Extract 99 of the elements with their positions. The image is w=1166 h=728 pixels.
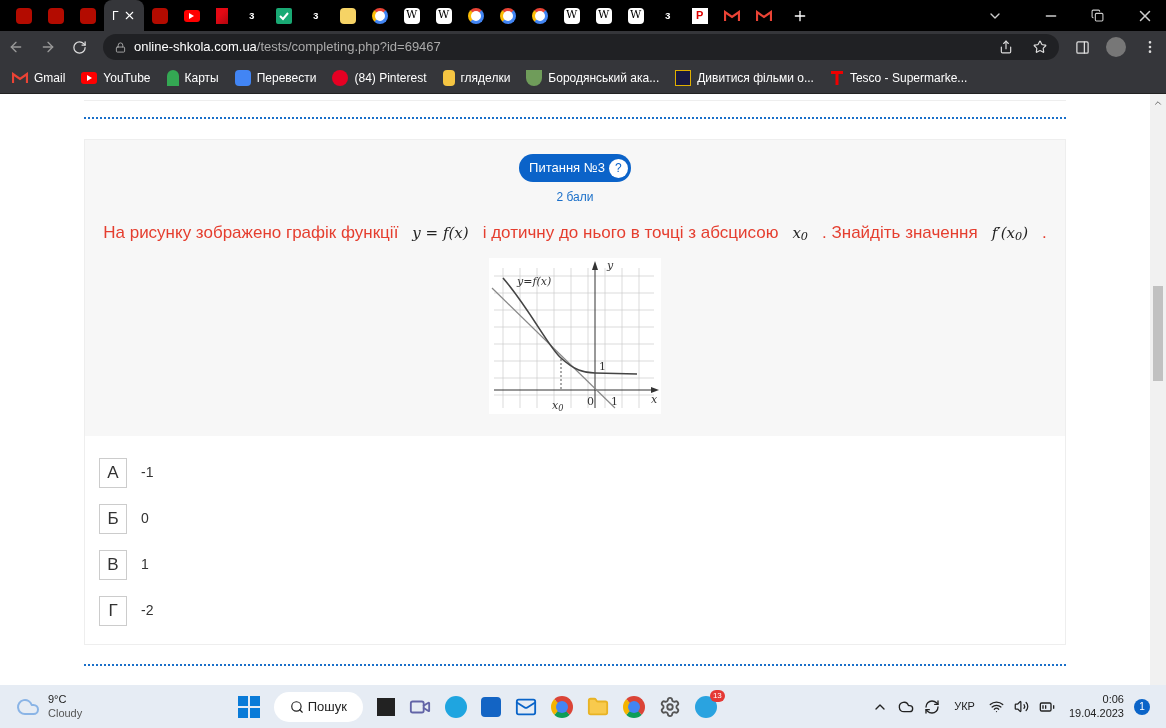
pdf-icon: [16, 7, 32, 24]
pdf-icon: [80, 7, 96, 24]
volume-icon[interactable]: [1013, 699, 1029, 714]
avatar-icon[interactable]: [1106, 37, 1126, 57]
browser-tab[interactable]: з: [235, 0, 268, 31]
store-icon[interactable]: [480, 696, 501, 717]
play-icon: [183, 9, 200, 22]
bookmark-link[interactable]: Gmail: [12, 70, 66, 86]
tab-title: Γ: [112, 7, 119, 24]
start-icon[interactable]: [237, 695, 260, 718]
settings-icon[interactable]: [658, 695, 681, 718]
browser-tab[interactable]: W: [587, 0, 620, 31]
side-panel-icon[interactable]: [1075, 39, 1090, 55]
star-icon[interactable]: [1033, 40, 1047, 54]
browser-tab[interactable]: Γ: [104, 0, 144, 31]
w-logo-icon: W: [595, 7, 612, 24]
weather-condition: Cloudy: [48, 706, 83, 721]
gmail-icon: [755, 9, 772, 22]
bookmark-link[interactable]: Карты: [166, 70, 219, 86]
chrome-icon[interactable]: [622, 695, 645, 718]
scroll-up-icon[interactable]: [1153, 98, 1163, 108]
folder-icon: [442, 70, 455, 86]
browser-tab[interactable]: W: [555, 0, 588, 31]
bookmark-link[interactable]: Tesco - Supermarke...: [829, 70, 968, 86]
pdf-icon: [151, 7, 168, 24]
answer-value: -2: [141, 601, 154, 620]
bookmark-link[interactable]: YouTube: [81, 70, 151, 86]
answer-option-button[interactable]: А: [99, 457, 127, 488]
question-text: На рисунку зображено графік функції y = f(x) і дотичну до нього в точці з абсцисою x$_{0}$ . Знайдіть значення f′(x$_{0}$) .: [103, 222, 1047, 246]
graph-label: y=f(x): [517, 275, 552, 287]
language-indicator[interactable]: УКР: [950, 698, 979, 715]
answer-value: 0: [141, 509, 149, 528]
bookmark-link[interactable]: Дивитися фільми о...: [675, 70, 814, 86]
browser-tab[interactable]: з: [651, 0, 684, 31]
browser-tab[interactable]: з: [299, 0, 332, 31]
answer-value: -1: [141, 463, 154, 482]
back-icon[interactable]: [8, 39, 24, 55]
answer-option-button[interactable]: В: [99, 549, 127, 580]
graph-label: 1: [599, 360, 606, 372]
answer-value: 1: [141, 555, 149, 574]
crest-icon: [526, 70, 543, 86]
search-button[interactable]: Пошук: [273, 691, 363, 722]
g-logo-icon: [499, 7, 516, 24]
bookmark-link[interactable]: (84) Pinterest: [332, 70, 427, 86]
browser-tab[interactable]: W: [395, 0, 428, 31]
translate-icon: [234, 70, 251, 86]
notification-badge[interactable]: 1: [1134, 698, 1150, 715]
play-icon: [81, 72, 98, 84]
unread-badge: 13: [709, 689, 725, 702]
answer-option-button[interactable]: Г: [99, 595, 127, 626]
gmail-icon: [723, 9, 740, 22]
pdf-icon: [48, 7, 64, 24]
url-text: online-shkola.com.ua/tests/completing.php?id=69467: [134, 38, 441, 57]
w-logo-icon: W: [563, 7, 580, 24]
w-logo-icon: W: [627, 7, 644, 24]
wifi-icon[interactable]: [988, 699, 1004, 714]
pin-icon: [166, 70, 179, 86]
gmail-icon: [12, 72, 28, 84]
p-logo-icon: P: [691, 7, 708, 24]
address-bar[interactable]: online-shkola.com.ua/tests/completing.php?id=69467: [103, 34, 1059, 60]
browser-tab[interactable]: W: [619, 0, 652, 31]
reload-icon[interactable]: [72, 39, 87, 55]
search-icon: [289, 699, 304, 714]
restore-icon[interactable]: [1091, 9, 1104, 22]
check-icon: [275, 7, 292, 24]
dashed-guide-line: [560, 358, 562, 390]
w-logo-icon: W: [403, 7, 420, 24]
lock-icon: [115, 41, 126, 53]
share-icon[interactable]: [999, 40, 1013, 54]
browser-tab[interactable]: P: [683, 0, 716, 31]
forward-icon[interactable]: [40, 39, 56, 55]
question-number: Питання №3: [529, 159, 605, 178]
answer-option-button[interactable]: Б: [99, 503, 127, 534]
chrome-icon[interactable]: [550, 695, 573, 718]
sync-icon[interactable]: [924, 698, 941, 715]
help-button[interactable]: ?: [608, 158, 628, 178]
task-view-icon[interactable]: [376, 697, 395, 716]
t-logo-icon: [829, 70, 844, 86]
film-icon: [675, 70, 692, 86]
graph-label: x: [651, 393, 658, 405]
graph-label: 0: [587, 395, 594, 407]
scrollbar[interactable]: [1150, 94, 1166, 685]
g-logo-icon: [531, 7, 548, 24]
scroll-thumb[interactable]: [1153, 286, 1163, 381]
graph-label: 1: [611, 395, 618, 407]
browser-tab[interactable]: W: [427, 0, 460, 31]
clock[interactable]: 0:06 19.04.2023: [1068, 692, 1124, 721]
bookmark-link[interactable]: Бородянський ака...: [526, 70, 660, 86]
date: 19.04.2023: [1068, 706, 1124, 721]
points-label: 2 бали: [556, 189, 594, 206]
g-logo-icon: [467, 7, 484, 24]
time: 0:06: [1102, 692, 1124, 707]
bookmark-link[interactable]: гляделки: [442, 70, 511, 86]
graph-label: y: [607, 259, 614, 271]
bookmark-link[interactable]: Перевести: [234, 70, 317, 86]
w-logo-icon: W: [435, 7, 452, 24]
g-logo-icon: [371, 7, 388, 24]
temperature: 9°C: [48, 692, 68, 707]
graph-label: x$_{0}$: [552, 399, 564, 411]
